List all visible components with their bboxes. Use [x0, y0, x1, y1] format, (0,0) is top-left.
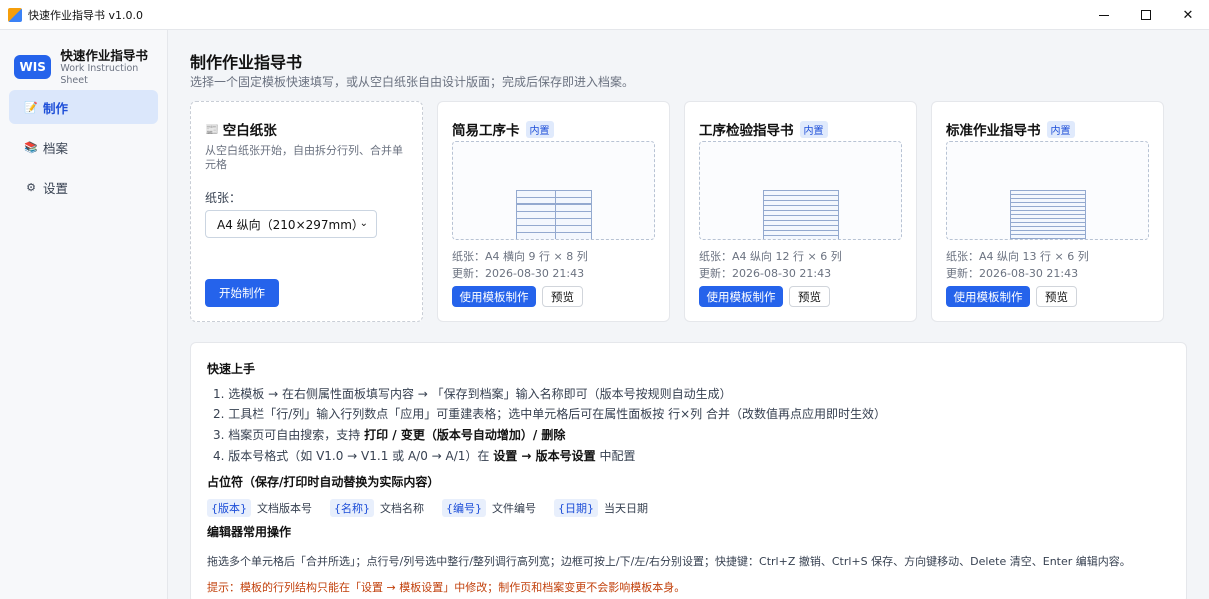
sidebar-item-settings[interactable]: ⚙ 设置 — [9, 170, 158, 204]
brand-logo: WIS — [14, 55, 52, 79]
template-thumbnail[interactable] — [699, 141, 902, 240]
placeholder-desc: 文档名称 — [380, 502, 424, 515]
paper-label: 纸张： — [205, 191, 242, 205]
quick-step-bold: 设置 → 版本号设置 — [493, 449, 596, 463]
newspaper-icon: 📰 — [205, 122, 219, 136]
sidebar-item-label: 档案 — [43, 140, 69, 156]
quick-step: 2. 工具栏「行/列」输入行列数点「应用」可重建表格；选中单元格后可在属性面板按… — [213, 407, 886, 421]
text: 3. 档案页可自由搜索，支持 — [213, 428, 365, 442]
use-template-button[interactable]: 使用模板制作 — [452, 286, 536, 307]
app-icon — [8, 7, 22, 22]
builtin-tag: 内置 — [1046, 120, 1075, 138]
minimize-button[interactable] — [1083, 0, 1125, 30]
template-card: 标准作业指导书 内置 纸张：A4 纵向 13 行 × 6 列 更新：2026-0… — [931, 101, 1164, 322]
template-updated: 更新：2026-08-30 21:43 — [946, 267, 1079, 280]
template-title: 标准作业指导书 — [946, 123, 1041, 139]
sidebar-item-label: 设置 — [43, 180, 69, 196]
use-template-button[interactable]: 使用模板制作 — [946, 286, 1030, 307]
brand-title: 快速作业指导书 — [60, 47, 148, 63]
quick-step: 3. 档案页可自由搜索，支持 打印 / 变更（版本号自动增加）/ 删除 — [213, 426, 565, 443]
builtin-tag: 内置 — [525, 120, 554, 138]
quick-step: 1. 选模板 → 在右侧属性面板填写内容 → 「保存到档案」输入名称即可（版本号… — [213, 387, 732, 401]
sidebar-nav: 📝 制作 📚 档案 ⚙ 设置 — [0, 90, 167, 204]
quick-start-panel: 快速上手 1. 选模板 → 在右侧属性面板填写内容 → 「保存到档案」输入名称即… — [190, 342, 1187, 599]
editor-ops-title: 编辑器常用操作 — [207, 525, 292, 539]
close-icon: ✕ — [1182, 7, 1194, 23]
placeholder-code: {名称} — [330, 499, 374, 517]
editor-ops-text: 拖选多个单元格后「合并所选」；点行号/列号选中整行/整列调行高列宽；边框可按上/… — [207, 555, 1131, 568]
template-thumbnail[interactable] — [452, 141, 655, 240]
brand-subtitle: Work Instruction Sheet — [60, 62, 139, 86]
window-controls: ✕ — [1083, 0, 1209, 30]
card-title: 标准作业指导书 内置 — [946, 119, 1075, 139]
card-title: 📰 空白纸张 — [205, 119, 277, 140]
placeholder-list: {版本} 文档版本号 {名称} 文档名称 {编号} 文件编号 {日期} 当天日期 — [207, 499, 666, 517]
placeholder-desc: 当天日期 — [604, 502, 648, 515]
builtin-tag: 内置 — [799, 120, 828, 138]
template-title: 简易工序卡 — [452, 123, 520, 139]
template-title: 工序检验指导书 — [699, 123, 794, 139]
blank-paper-card: 📰 空白纸张 从空白纸张开始，自由拆分行列、合并单元格 纸张： A4 纵向（21… — [190, 101, 423, 322]
maximize-button[interactable] — [1125, 0, 1167, 30]
card-title: 工序检验指导书 内置 — [699, 119, 828, 139]
table-preview — [1009, 190, 1086, 239]
text: 4. 版本号格式（如 V1.0 → V1.1 或 A/0 → A/1）在 — [213, 449, 494, 463]
window-title: 快速作业指导书 v1.0.0 — [28, 8, 143, 22]
text: 中配置 — [595, 449, 636, 463]
chevron-down-icon: ⌄ — [359, 218, 368, 229]
template-card: 工序检验指导书 内置 纸张：A4 纵向 12 行 × 6 列 更新：2026-0… — [684, 101, 917, 322]
sidebar-item-make[interactable]: 📝 制作 — [9, 90, 158, 124]
use-template-button[interactable]: 使用模板制作 — [699, 286, 783, 307]
placeholder-code: {版本} — [207, 499, 251, 517]
placeholder-desc: 文件编号 — [492, 502, 536, 515]
close-button[interactable]: ✕ — [1167, 0, 1209, 30]
table-preview — [762, 190, 839, 239]
minimize-icon — [1099, 14, 1109, 16]
placeholder-title: 占位符（保存/打印时自动替换为实际内容） — [207, 475, 440, 489]
sidebar: WIS 快速作业指导书 Work Instruction Sheet 📝 制作 … — [0, 30, 168, 599]
main-content: 制作作业指导书 选择一个固定模板快速填写，或从空白纸张自由设计版面；完成后保存即… — [168, 30, 1209, 599]
page-title: 制作作业指导书 — [190, 53, 303, 72]
blank-card-desc: 从空白纸张开始，自由拆分行列、合并单元格 — [205, 144, 403, 171]
tip-text: 提示：模板的行列结构只能在「设置 → 模板设置」中修改；制作页和档案变更不会影响… — [207, 581, 686, 594]
placeholder-desc: 文档版本号 — [257, 502, 312, 515]
brand-text: 快速作业指导书 Work Instruction Sheet — [60, 48, 167, 87]
preview-button[interactable]: 预览 — [789, 286, 830, 307]
placeholder-code: {日期} — [554, 499, 598, 517]
blank-card-title: 空白纸张 — [222, 123, 277, 139]
pencil-icon: 📝 — [24, 100, 38, 114]
placeholder-code: {编号} — [442, 499, 486, 517]
preview-button[interactable]: 预览 — [542, 286, 583, 307]
paper-select-value: A4 纵向（210×297mm） — [217, 217, 364, 232]
paper-select[interactable]: A4 纵向（210×297mm） ⌄ — [205, 210, 377, 238]
quick-step: 4. 版本号格式（如 V1.0 → V1.1 或 A/0 → A/1）在 设置 … — [213, 447, 636, 464]
start-button[interactable]: 开始制作 — [205, 279, 279, 307]
books-icon: 📚 — [24, 140, 38, 154]
template-thumbnail[interactable] — [946, 141, 1149, 240]
brand: WIS 快速作业指导书 Work Instruction Sheet — [0, 30, 167, 90]
template-paper: 纸张：A4 横向 9 行 × 8 列 — [452, 250, 588, 263]
gear-icon: ⚙ — [26, 180, 36, 194]
sidebar-item-archive[interactable]: 📚 档案 — [9, 130, 158, 164]
template-updated: 更新：2026-08-30 21:43 — [452, 267, 585, 280]
template-card: 简易工序卡 内置 纸张：A4 横向 9 行 × 8 列 更新：2026-08-3… — [437, 101, 670, 322]
quick-step-bold: 打印 / 变更（版本号自动增加）/ 删除 — [364, 428, 566, 442]
sidebar-item-label: 制作 — [43, 100, 69, 116]
page-subtitle: 选择一个固定模板快速填写，或从空白纸张自由设计版面；完成后保存即进入档案。 — [190, 75, 635, 89]
template-updated: 更新：2026-08-30 21:43 — [699, 267, 832, 280]
title-bar: 快速作业指导书 v1.0.0 ✕ — [0, 0, 1209, 30]
card-title: 简易工序卡 内置 — [452, 119, 554, 139]
table-preview — [515, 190, 592, 239]
maximize-icon — [1141, 10, 1151, 20]
preview-button[interactable]: 预览 — [1036, 286, 1077, 307]
template-paper: 纸张：A4 纵向 12 行 × 6 列 — [699, 250, 842, 263]
template-paper: 纸张：A4 纵向 13 行 × 6 列 — [946, 250, 1089, 263]
quick-start-title: 快速上手 — [207, 362, 256, 376]
